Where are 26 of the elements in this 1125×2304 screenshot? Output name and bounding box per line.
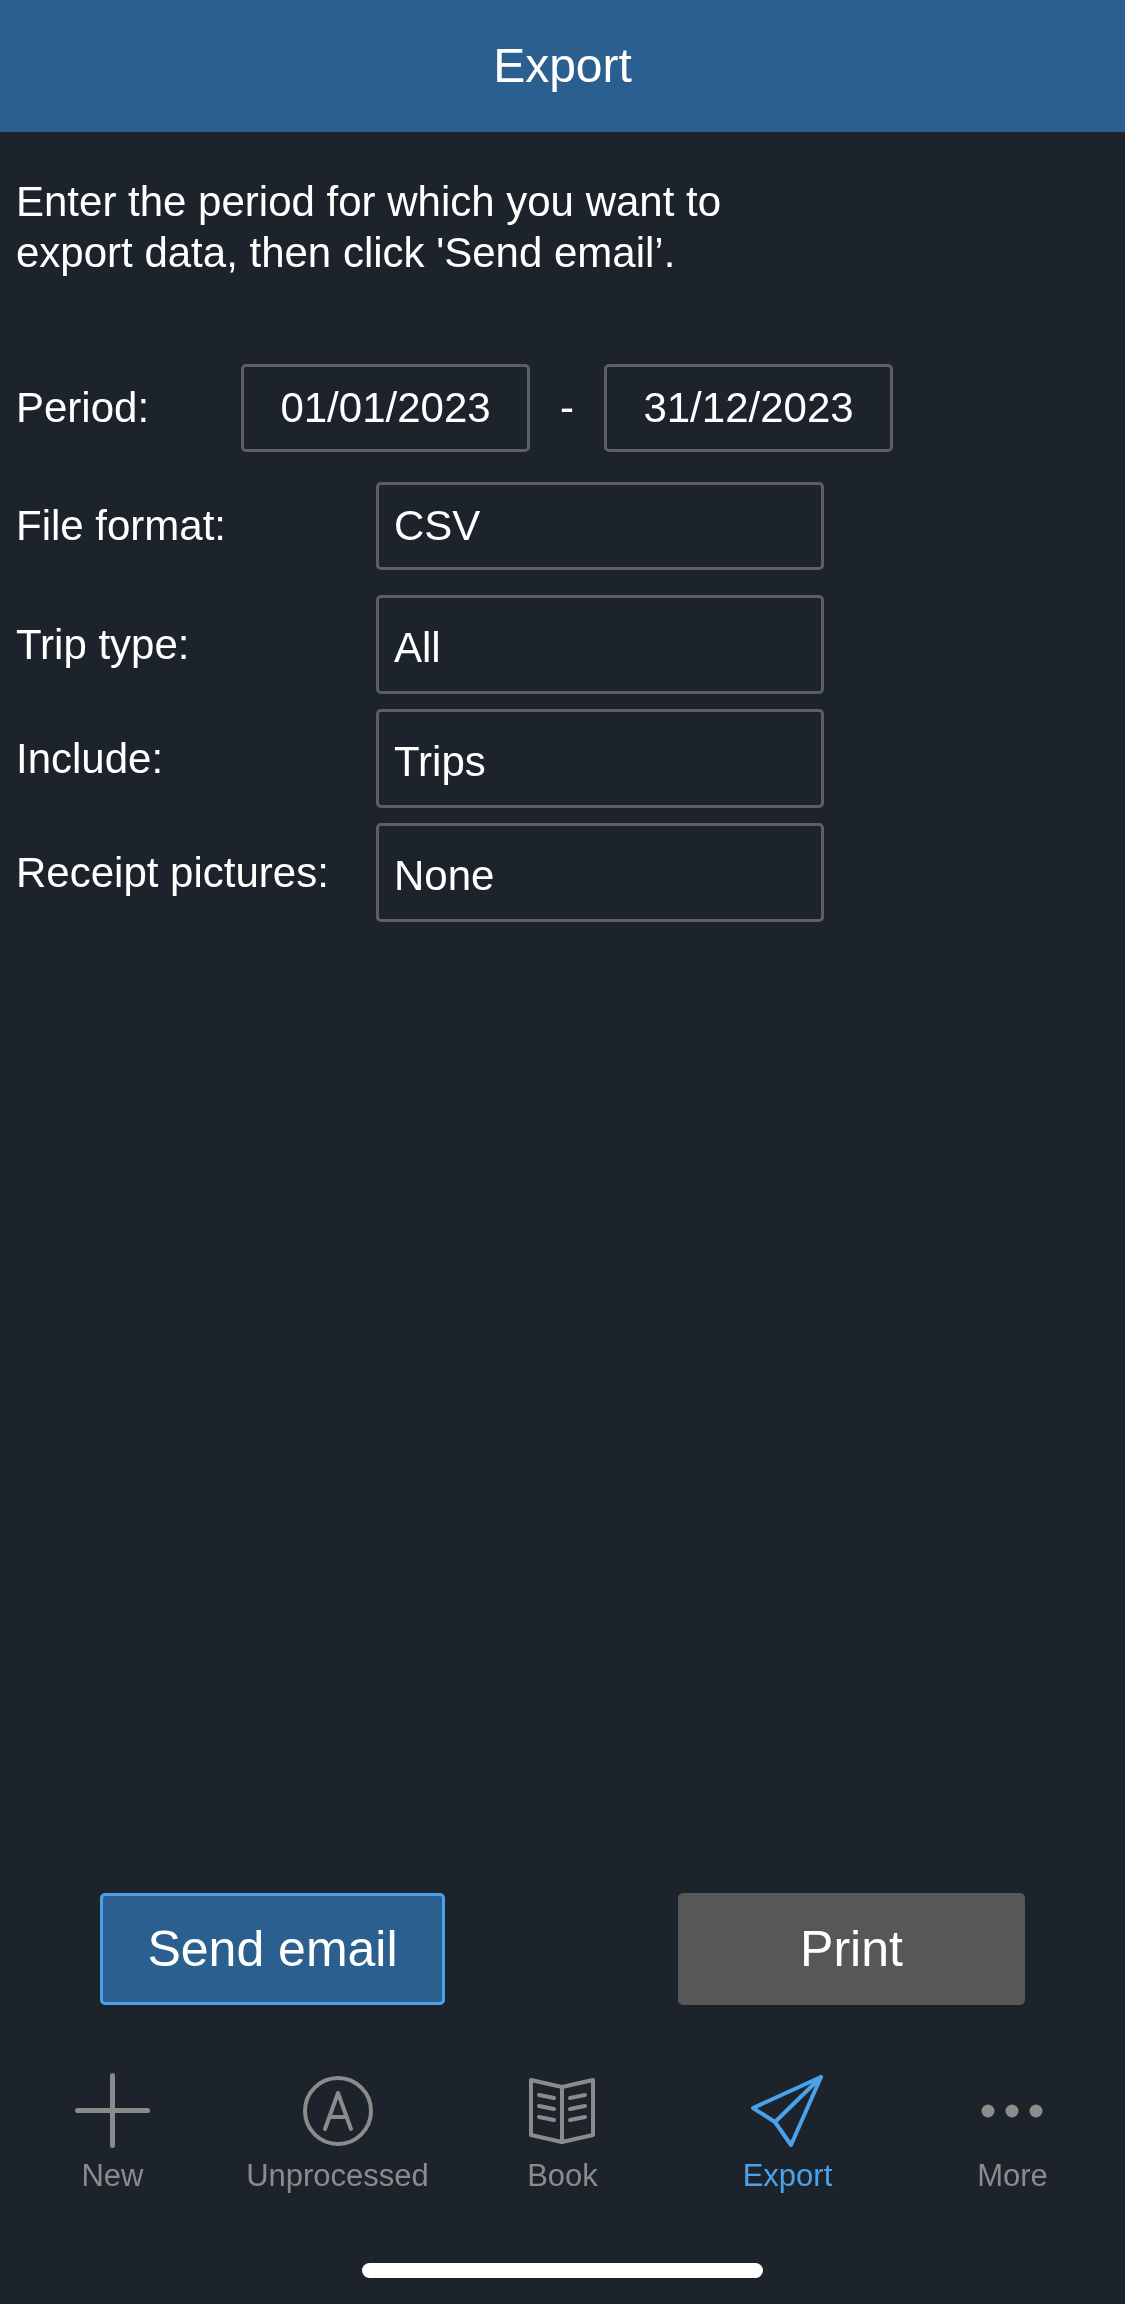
range-separator: - <box>559 383 575 433</box>
field-label: File format: <box>16 501 228 551</box>
screen-title: Export <box>493 38 632 94</box>
book-icon <box>528 2076 597 2145</box>
field-label: Trip type: <box>16 619 191 670</box>
select-field[interactable]: All <box>376 595 824 694</box>
send-button[interactable]: Send email <box>100 1893 445 2005</box>
tab[interactable]: Unprocessed <box>246 2060 429 2196</box>
plus-icon <box>75 2073 150 2148</box>
paper-plane-icon <box>751 2074 824 2147</box>
field-label: Include: <box>16 733 165 784</box>
select-field[interactable]: Trips <box>376 709 824 808</box>
tab[interactable]: New <box>75 2060 150 2196</box>
field-label: Receipt pictures: <box>16 847 330 898</box>
print-button[interactable]: Print <box>678 1893 1025 2005</box>
tab[interactable]: More <box>977 2060 1048 2196</box>
field-label: Period: <box>16 383 151 433</box>
select-field[interactable]: None <box>376 823 824 922</box>
circled-letter-icon <box>302 2075 373 2146</box>
date-field[interactable]: 01/01/2023 <box>241 364 530 452</box>
select-field[interactable]: CSV <box>376 482 824 570</box>
date-field[interactable]: 31/12/2023 <box>604 364 893 452</box>
tab[interactable]: Book <box>527 2060 598 2196</box>
more-icon <box>981 2103 1044 2118</box>
instructions-text: Enter the period for which you want to export data, then click 'Send email’. <box>16 177 723 278</box>
tab[interactable]: Export <box>742 2060 833 2196</box>
